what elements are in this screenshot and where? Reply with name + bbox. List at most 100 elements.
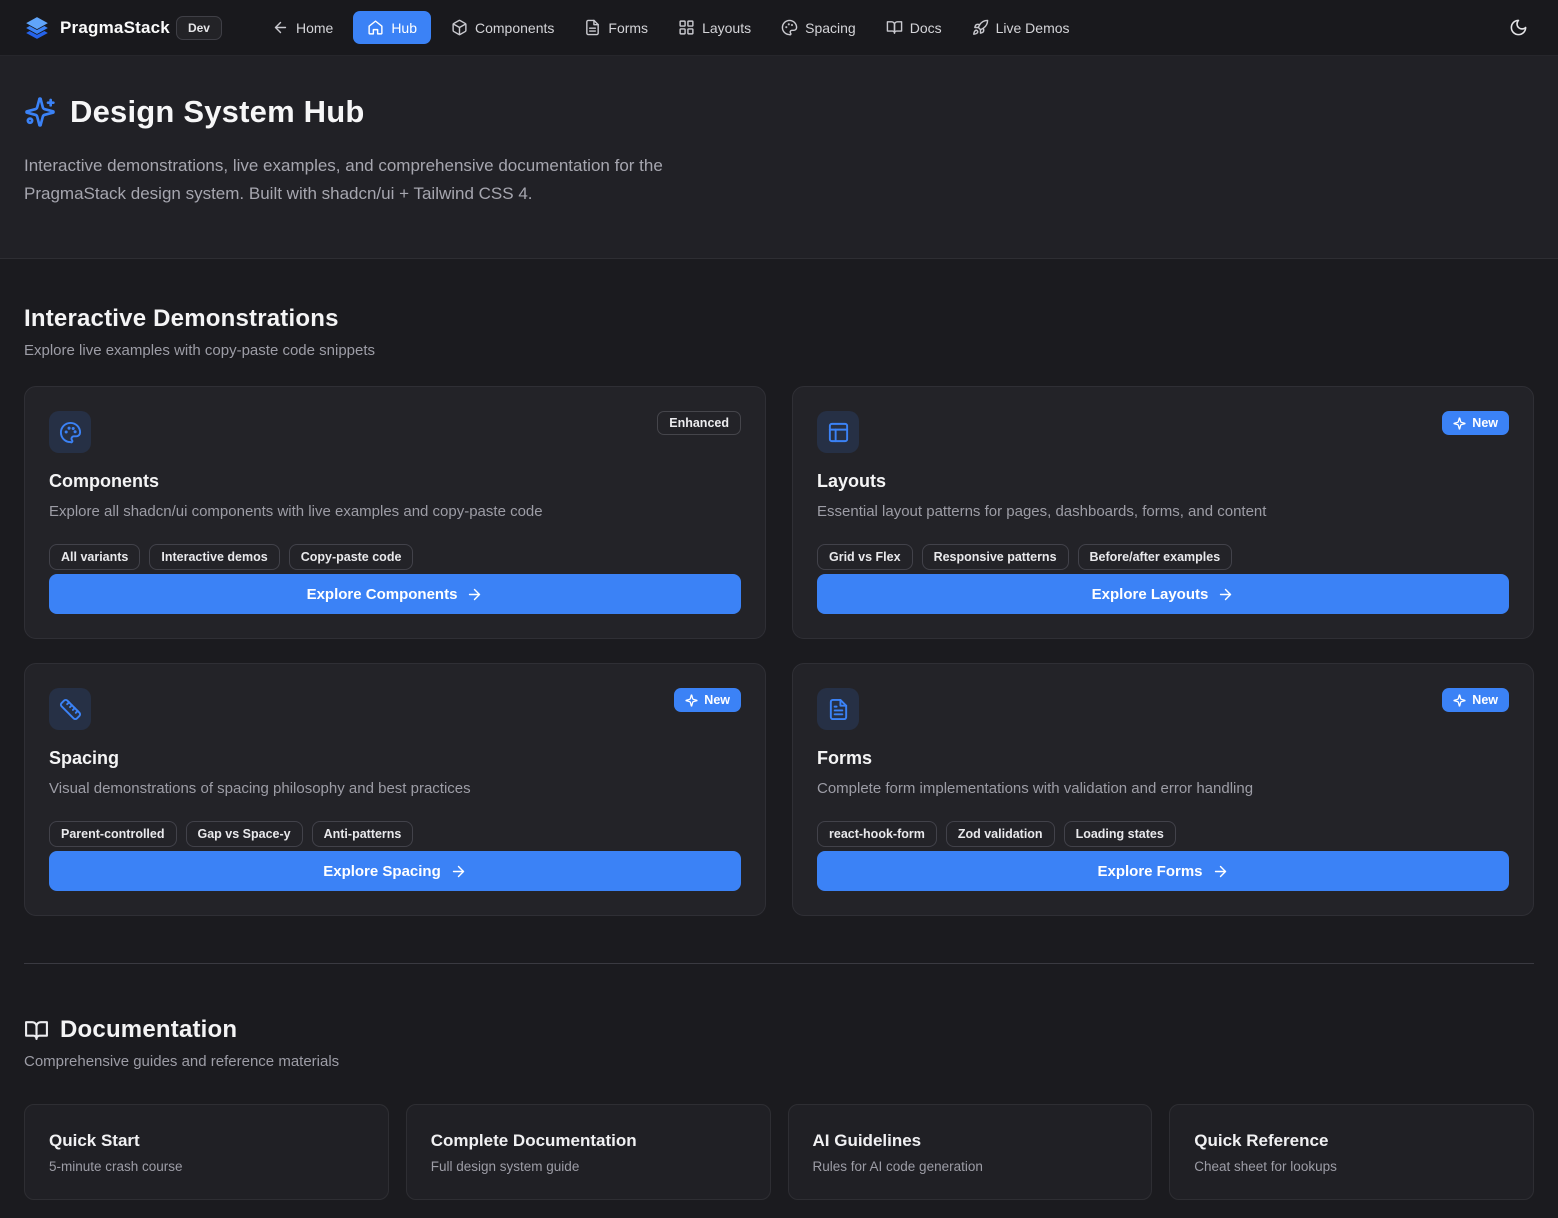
book-open-icon	[886, 19, 903, 36]
cta-label: Explore Components	[307, 586, 458, 603]
nav-item-layouts[interactable]: Layouts	[668, 11, 761, 44]
new-badge: New	[1442, 688, 1509, 712]
layers-logo-icon	[24, 15, 50, 41]
nav-item-hub[interactable]: Hub	[353, 11, 431, 44]
feature-tag: Copy-paste code	[289, 544, 414, 570]
nav-item-docs[interactable]: Docs	[876, 11, 952, 44]
card-title: Spacing	[49, 748, 741, 769]
demos-heading: Interactive Demonstrations	[24, 305, 1534, 333]
nav-item-forms[interactable]: Forms	[574, 11, 658, 44]
card-title: Forms	[817, 748, 1509, 769]
doc-card-ai-guidelines[interactable]: AI Guidelines Rules for AI code generati…	[788, 1104, 1153, 1200]
explore-spacing-button[interactable]: Explore Spacing	[49, 851, 741, 891]
nav-item-label: Components	[475, 20, 554, 36]
feature-tag: Before/after examples	[1078, 544, 1233, 570]
docs-subheading: Comprehensive guides and reference mater…	[24, 1053, 1534, 1070]
explore-forms-button[interactable]: Explore Forms	[817, 851, 1509, 891]
demo-card-components: Enhanced Components Explore all shadcn/u…	[24, 386, 766, 639]
nav-item-live-demos[interactable]: Live Demos	[962, 11, 1080, 44]
card-description: Essential layout patterns for pages, das…	[817, 501, 1509, 522]
rocket-icon	[972, 19, 989, 36]
cta-label: Explore Spacing	[323, 863, 441, 880]
sparkles-icon	[685, 694, 698, 707]
demo-card-layouts: New Layouts Essential layout patterns fo…	[792, 386, 1534, 639]
docs-heading: Documentation	[60, 1016, 237, 1044]
card-title: Components	[49, 471, 741, 492]
demo-card-forms: New Forms Complete form implementations …	[792, 663, 1534, 916]
doc-card-subtitle: Full design system guide	[431, 1159, 746, 1174]
nav-item-label: Layouts	[702, 20, 751, 36]
arrow-right-icon	[466, 586, 483, 603]
status-badge: Enhanced	[657, 411, 741, 435]
feature-tag: Parent-controlled	[49, 821, 177, 847]
doc-card-title: AI Guidelines	[813, 1131, 1128, 1151]
nav-item-label: Live Demos	[996, 20, 1070, 36]
nav-item-spacing[interactable]: Spacing	[771, 11, 866, 44]
doc-card-complete-documentation[interactable]: Complete Documentation Full design syste…	[406, 1104, 771, 1200]
arrow-right-icon	[1217, 586, 1234, 603]
file-text-icon	[817, 688, 859, 730]
feature-tag: All variants	[49, 544, 140, 570]
new-badge-label: New	[1472, 693, 1498, 707]
demo-card-spacing: New Spacing Visual demonstrations of spa…	[24, 663, 766, 916]
demos-subheading: Explore live examples with copy-paste co…	[24, 342, 1534, 359]
nav-item-label: Docs	[910, 20, 942, 36]
palette-icon	[49, 411, 91, 453]
nav-item-label: Hub	[391, 20, 417, 36]
feature-tag: Zod validation	[946, 821, 1055, 847]
doc-card-subtitle: 5-minute crash course	[49, 1159, 364, 1174]
doc-card-subtitle: Cheat sheet for lookups	[1194, 1159, 1509, 1174]
layout-template-icon	[817, 411, 859, 453]
new-badge-label: New	[1472, 416, 1498, 430]
cta-label: Explore Layouts	[1092, 586, 1209, 603]
documentation-section: Documentation Comprehensive guides and r…	[24, 1016, 1534, 1200]
ruler-icon	[49, 688, 91, 730]
new-badge-label: New	[704, 693, 730, 707]
nav-item-label: Forms	[608, 20, 648, 36]
main-content: Interactive Demonstrations Explore live …	[0, 259, 1558, 1200]
doc-card-title: Quick Start	[49, 1131, 364, 1151]
nav-item-components[interactable]: Components	[441, 11, 564, 44]
doc-card-quick-reference[interactable]: Quick Reference Cheat sheet for lookups	[1169, 1104, 1534, 1200]
feature-tag: Interactive demos	[149, 544, 279, 570]
nav-item-home[interactable]: Home	[262, 11, 343, 44]
book-open-icon	[24, 1018, 49, 1043]
doc-card-quick-start[interactable]: Quick Start 5-minute crash course	[24, 1104, 389, 1200]
doc-card-title: Complete Documentation	[431, 1131, 746, 1151]
explore-layouts-button[interactable]: Explore Layouts	[817, 574, 1509, 614]
nav-links: Home Hub Components Forms Layouts	[262, 11, 1080, 44]
house-icon	[367, 19, 384, 36]
arrow-right-icon	[1212, 863, 1229, 880]
page-title: Design System Hub	[70, 94, 365, 130]
feature-tag: Loading states	[1064, 821, 1176, 847]
file-text-icon	[584, 19, 601, 36]
brand[interactable]: PragmaStack	[24, 15, 170, 41]
nav-item-label: Home	[296, 20, 333, 36]
cta-label: Explore Forms	[1097, 863, 1202, 880]
brand-name: PragmaStack	[60, 18, 170, 38]
new-badge: New	[674, 688, 741, 712]
card-description: Explore all shadcn/ui components with li…	[49, 501, 741, 522]
doc-card-subtitle: Rules for AI code generation	[813, 1159, 1128, 1174]
docs-card-grid: Quick Start 5-minute crash course Comple…	[24, 1104, 1534, 1200]
top-navbar: PragmaStack Dev Home Hub Components Form	[0, 0, 1558, 56]
nav-item-label: Spacing	[805, 20, 856, 36]
feature-tag: Responsive patterns	[922, 544, 1069, 570]
feature-tag: Grid vs Flex	[817, 544, 913, 570]
theme-toggle-button[interactable]	[1503, 12, 1534, 43]
card-title: Layouts	[817, 471, 1509, 492]
feature-tag: Anti-patterns	[312, 821, 414, 847]
palette-icon	[781, 19, 798, 36]
env-badge: Dev	[176, 16, 222, 40]
explore-components-button[interactable]: Explore Components	[49, 574, 741, 614]
box-icon	[451, 19, 468, 36]
sparkles-icon	[1453, 694, 1466, 707]
sparkles-icon	[24, 96, 56, 128]
arrow-right-icon	[450, 863, 467, 880]
feature-tag: react-hook-form	[817, 821, 937, 847]
card-description: Visual demonstrations of spacing philoso…	[49, 778, 741, 799]
hero-description: Interactive demonstrations, live example…	[24, 152, 764, 208]
section-divider	[24, 963, 1534, 964]
demo-card-grid: Enhanced Components Explore all shadcn/u…	[24, 386, 1534, 916]
hero-section: Design System Hub Interactive demonstrat…	[0, 56, 1558, 259]
